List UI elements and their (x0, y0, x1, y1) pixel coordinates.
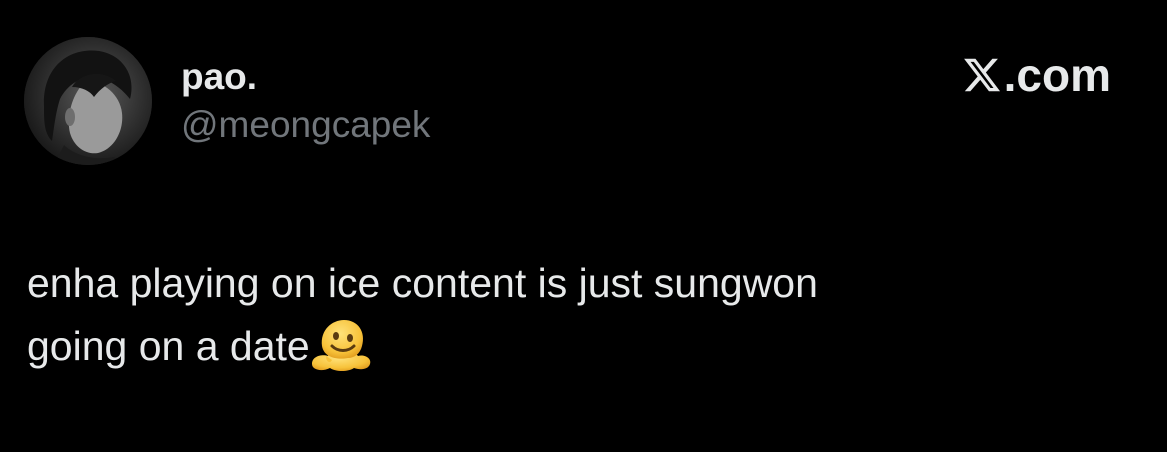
user-handle[interactable]: @meongcapek (181, 106, 430, 143)
x-logo-icon (963, 58, 1000, 92)
tweet-text-line-1: enha playing on ice content is just sung… (27, 260, 818, 306)
display-name[interactable]: pao. (181, 58, 257, 95)
tweet-text-line-2-wrap: going on a date (27, 315, 1127, 378)
brand-logo: .com (962, 52, 1111, 98)
melting-face-icon (311, 320, 371, 371)
avatar[interactable] (24, 37, 152, 165)
brand-text: .com (1003, 49, 1111, 101)
avatar-photo (24, 37, 152, 165)
tweet-text: enha playing on ice content is just sung… (27, 252, 1127, 378)
tweet-text-line-2: going on a date (27, 323, 310, 369)
tweet-card: pao. @meongcapek .com enha playing on ic… (0, 0, 1167, 452)
